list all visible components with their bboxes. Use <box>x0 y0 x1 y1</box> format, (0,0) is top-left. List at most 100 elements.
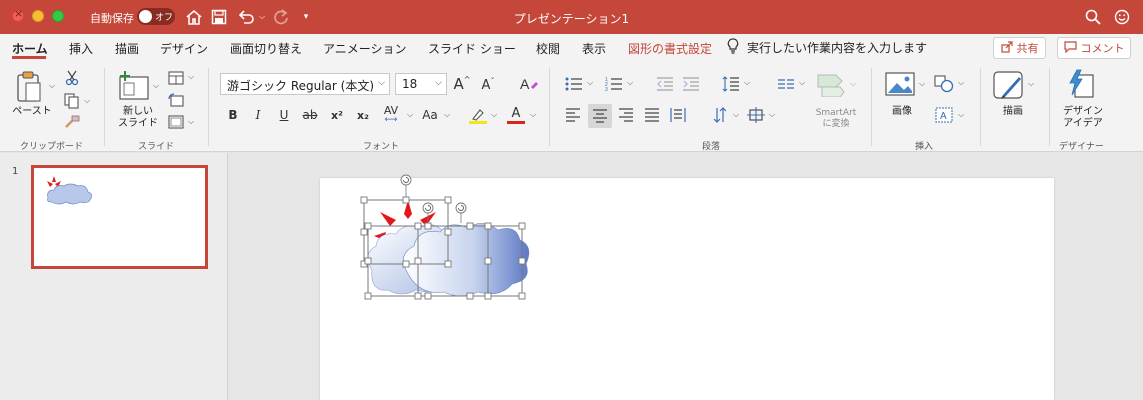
bullets-dropdown-icon[interactable]: ⌵ <box>587 78 593 88</box>
new-slide-label-line2: スライド <box>118 118 158 129</box>
clear-formatting-icon[interactable]: A <box>518 73 540 95</box>
shapes-icon[interactable] <box>933 74 955 94</box>
tab-animations[interactable]: アニメーション <box>323 40 407 57</box>
increase-indent-icon[interactable] <box>680 74 702 94</box>
smartart-dropdown-icon[interactable]: ⌵ <box>850 79 856 89</box>
share-label: 共有 <box>1016 42 1039 55</box>
grow-font-icon: A <box>453 75 464 93</box>
text-box-dropdown-icon[interactable]: ⌵ <box>958 110 964 120</box>
copy-icon[interactable] <box>63 92 81 110</box>
image-icon[interactable] <box>884 70 916 98</box>
line-spacing-dropdown-icon[interactable]: ⌵ <box>744 78 750 88</box>
design-ideas-icon[interactable] <box>1066 68 1096 102</box>
spacing-dropdown-icon[interactable]: ⌵ <box>407 110 413 120</box>
new-slide-label-line1: 新しい <box>123 106 153 117</box>
tab-home[interactable]: ホーム <box>12 40 48 57</box>
section-icon[interactable] <box>167 114 185 130</box>
draw-dropdown-icon[interactable]: ⌵ <box>1028 79 1034 89</box>
text-direction-dropdown-icon[interactable]: ⌵ <box>733 110 739 120</box>
group-label-font: フォント <box>363 142 400 152</box>
tab-draw[interactable]: 描画 <box>115 40 139 57</box>
font-color-button[interactable]: A <box>505 104 527 126</box>
layout-icon[interactable] <box>167 70 185 86</box>
shapes-dropdown-icon[interactable]: ⌵ <box>958 78 964 88</box>
tab-view[interactable]: 表示 <box>582 40 606 57</box>
design-ideas-label-line1: デザイン <box>1063 106 1103 117</box>
strikethrough-button[interactable]: ab <box>299 105 321 125</box>
layout-dropdown-icon[interactable]: ⌵ <box>188 72 194 82</box>
tab-design[interactable]: デザイン <box>160 40 208 57</box>
highlight-color-button[interactable] <box>467 104 489 126</box>
format-painter-icon[interactable] <box>63 114 81 130</box>
comment-button[interactable]: コメント <box>1057 37 1131 59</box>
smartart-convert-icon[interactable] <box>814 72 848 98</box>
smartart-label: SmartArt に変換 <box>810 108 862 130</box>
smartart-label-line1: SmartArt <box>815 108 857 118</box>
align-text-icon[interactable] <box>746 105 766 125</box>
highlight-dropdown-icon[interactable]: ⌵ <box>491 110 497 120</box>
align-left-icon[interactable] <box>563 105 583 125</box>
slide-thumbnail-panel: 1 <box>0 153 228 400</box>
grow-font-button[interactable]: A ^ <box>452 73 472 95</box>
case-dropdown-icon[interactable]: ⌵ <box>444 110 450 120</box>
copy-dropdown-icon[interactable]: ⌵ <box>84 96 90 106</box>
smiley-feedback-icon[interactable] <box>1112 6 1132 28</box>
section-dropdown-icon[interactable]: ⌵ <box>188 117 194 127</box>
share-button[interactable]: 共有 <box>993 37 1046 59</box>
font-size-select[interactable]: 18 ⌵ <box>395 73 447 95</box>
tell-me-box[interactable]: 実行したい作業内容を入力します <box>727 38 927 57</box>
distributed-icon[interactable] <box>668 105 688 125</box>
divider <box>1049 68 1050 146</box>
decrease-indent-icon[interactable] <box>654 74 676 94</box>
search-icon[interactable] <box>1083 6 1103 28</box>
tab-slideshow[interactable]: スライド ショー <box>428 40 516 57</box>
font-name-select[interactable]: 游ゴシック Regular (本文) ⌵ <box>220 73 390 95</box>
align-center-icon[interactable] <box>588 104 612 128</box>
tab-review[interactable]: 校閲 <box>536 40 560 57</box>
align-right-icon[interactable] <box>616 105 636 125</box>
tell-me-text: 実行したい作業内容を入力します <box>747 41 928 55</box>
superscript-button[interactable]: x² <box>327 105 347 125</box>
line-spacing-icon[interactable] <box>720 74 742 94</box>
bold-button[interactable]: B <box>224 105 242 125</box>
slide-canvas[interactable] <box>320 174 1054 400</box>
tab-transitions[interactable]: 画面切り替え <box>230 40 302 57</box>
new-slide-dropdown-icon[interactable]: ⌵ <box>153 81 159 91</box>
slide-thumbnail[interactable] <box>31 165 208 269</box>
sun-cloud-clipart[interactable] <box>358 174 578 314</box>
character-spacing-button[interactable]: AV ⟷ <box>376 104 406 126</box>
divider <box>871 68 872 146</box>
align-text-dropdown-icon[interactable]: ⌵ <box>769 110 775 120</box>
rotate-handle-icon[interactable] <box>400 174 467 223</box>
tab-insert[interactable]: 挿入 <box>69 40 93 57</box>
italic-button[interactable]: I <box>249 105 267 125</box>
bullets-icon[interactable] <box>563 74 585 94</box>
columns-icon[interactable] <box>775 74 797 94</box>
title-bar: 自動保存 オフ ⌵ ▾ プレゼンテーション1 <box>0 0 1143 34</box>
tab-shape-format[interactable]: 図形の書式設定 <box>628 40 712 57</box>
change-case-button[interactable]: Aa <box>417 105 443 125</box>
lightbulb-icon <box>727 38 739 57</box>
image-dropdown-icon[interactable]: ⌵ <box>919 79 925 89</box>
divider <box>208 68 209 146</box>
justify-icon[interactable] <box>642 105 662 125</box>
paste-dropdown-icon[interactable]: ⌵ <box>49 81 55 91</box>
font-size-value: 18 <box>402 77 418 91</box>
new-slide-icon[interactable] <box>115 68 151 104</box>
numbering-dropdown-icon[interactable]: ⌵ <box>627 78 633 88</box>
cut-icon[interactable] <box>64 70 80 86</box>
paste-icon[interactable] <box>12 68 46 104</box>
reset-slide-icon[interactable] <box>167 92 185 108</box>
draw-icon[interactable] <box>992 70 1026 102</box>
smartart-label-line2: に変換 <box>822 119 850 129</box>
numbering-icon[interactable]: 123 <box>603 74 625 94</box>
shrink-font-button[interactable]: Aˇ <box>478 75 498 95</box>
subscript-button[interactable]: x₂ <box>353 105 373 125</box>
design-ideas-label-line2: アイデア <box>1063 118 1103 129</box>
font-color-dropdown-icon[interactable]: ⌵ <box>530 110 536 120</box>
columns-dropdown-icon[interactable]: ⌵ <box>799 78 805 88</box>
highlight-color-bar <box>469 120 487 124</box>
text-direction-icon[interactable] <box>710 105 730 125</box>
underline-button[interactable]: U <box>275 105 293 125</box>
text-box-icon[interactable]: A <box>933 105 955 125</box>
